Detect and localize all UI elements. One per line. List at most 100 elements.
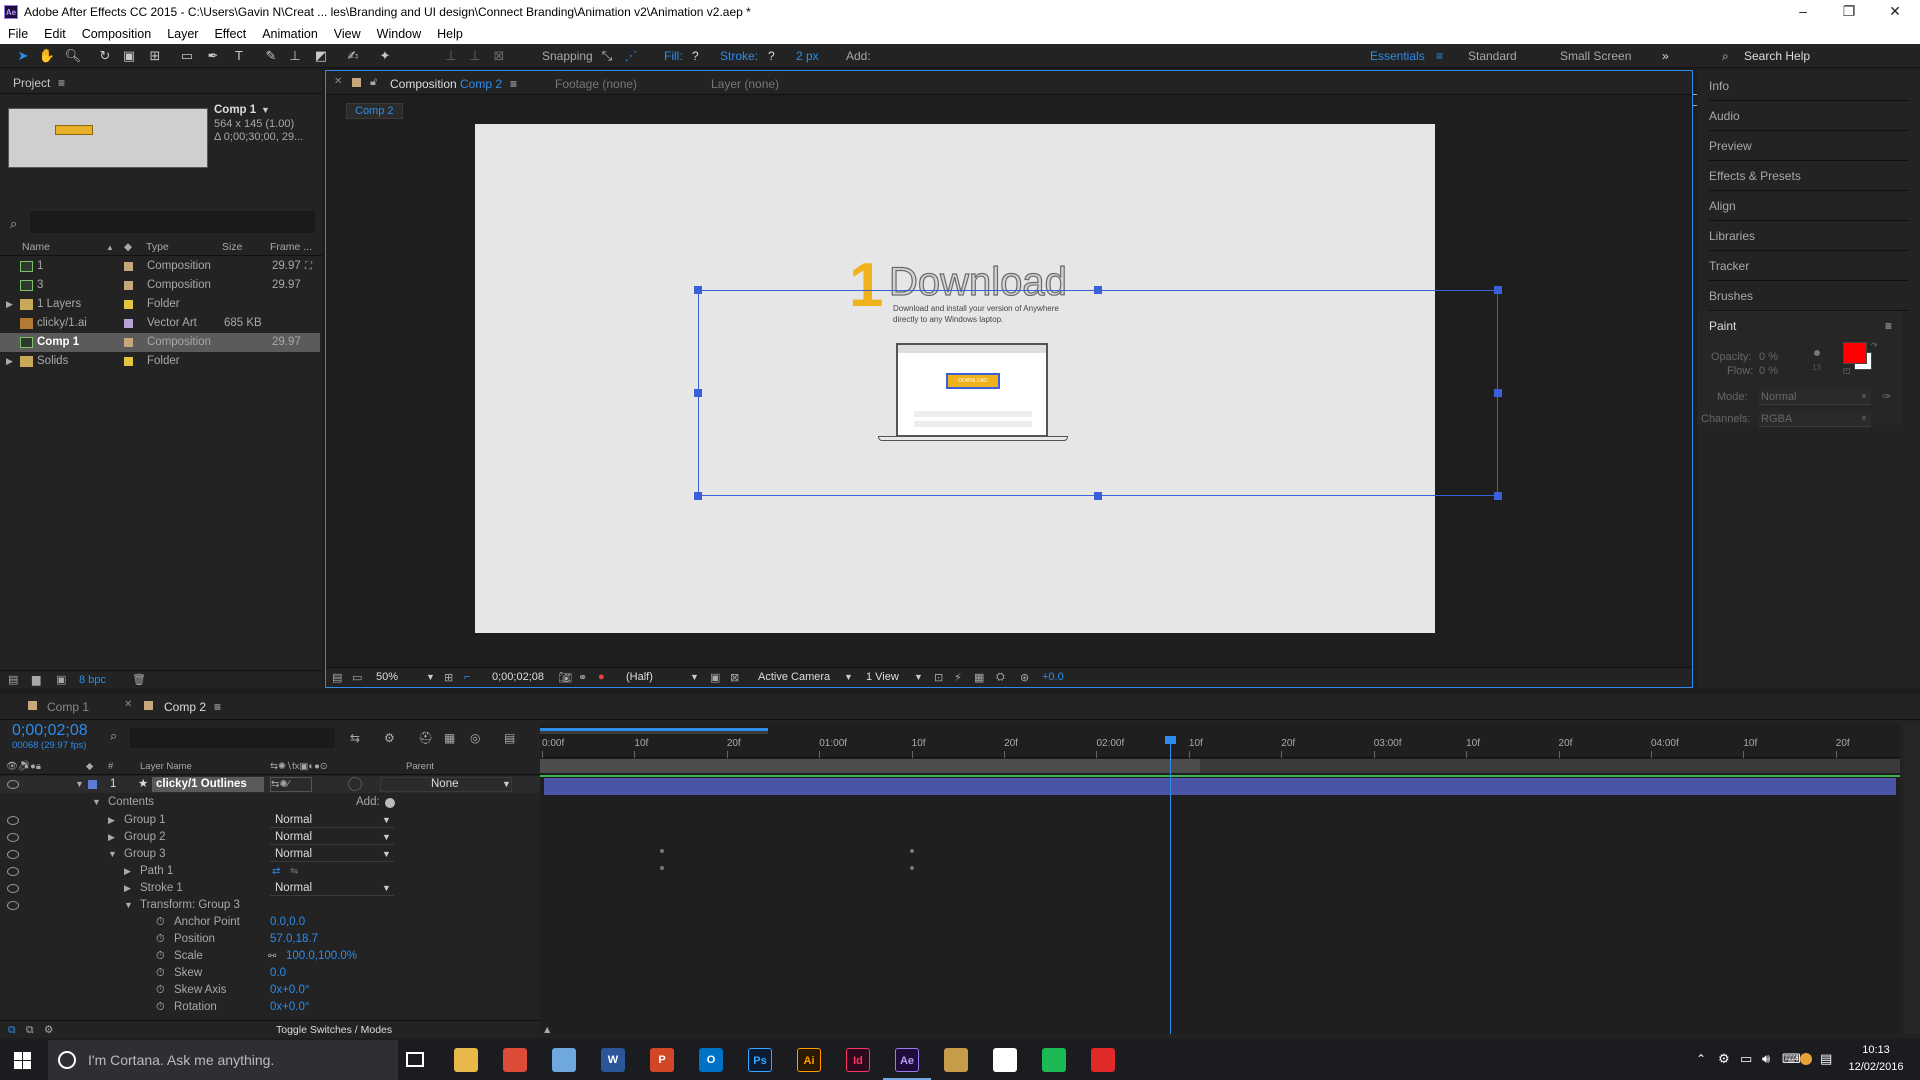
transform-handle-r[interactable] [1494, 389, 1502, 397]
volume-icon[interactable]: 🔊︎ [1762, 1051, 1770, 1067]
keyframe[interactable] [660, 849, 664, 853]
powerpoint-icon[interactable]: P [650, 1048, 674, 1072]
timeline-scrollbar[interactable] [1904, 724, 1920, 1034]
property-value[interactable]: 100.0,100.0% [286, 948, 357, 965]
selection-tool-icon[interactable]: ➤ [14, 48, 32, 64]
right-panel-align[interactable]: Align [1709, 191, 1909, 221]
label-color-swatch[interactable] [124, 281, 133, 290]
show-snapshot-icon[interactable]: ⚭ [578, 671, 587, 684]
work-area-bar[interactable] [540, 759, 1900, 773]
contents-expand-triangle-icon[interactable]: ▼ [92, 794, 101, 811]
stroke-label[interactable]: Stroke: [720, 49, 758, 63]
always-preview-icon[interactable]: ▤ [332, 671, 342, 684]
zoom-chevron-icon[interactable]: ▼ [426, 672, 435, 682]
property-value[interactable]: 0x+0.0° [270, 999, 309, 1016]
col-frame-rate[interactable]: Frame ... [270, 239, 312, 256]
parent-dropdown[interactable]: None [380, 777, 512, 792]
show-hidden-icons-icon[interactable]: ⌃ [1696, 1052, 1706, 1066]
label-tag-icon[interactable]: ◆ [124, 239, 132, 256]
fast-previews-icon[interactable]: ⚡ [954, 671, 962, 684]
layer-expand-triangle-icon[interactable]: ▼ [75, 776, 84, 793]
stopwatch-icon[interactable]: ⏱ [156, 982, 165, 999]
property-row[interactable]: ▶ Stroke 1 Normal ▼ [0, 880, 540, 897]
title-safe-icon[interactable]: ⊞ [444, 671, 453, 684]
local-axis-icon[interactable]: ⊥ [442, 48, 460, 64]
tab-composition-name[interactable]: Comp 2 [460, 77, 502, 91]
comp-breadcrumb[interactable]: Comp 2 [346, 103, 403, 119]
stroke-value[interactable]: ? [768, 49, 775, 63]
preview-dropdown-icon[interactable]: ▼ [261, 105, 270, 115]
search-help-input[interactable]: Search Help [1744, 49, 1810, 63]
region-of-interest-icon[interactable]: ▣ [710, 671, 720, 684]
mask-visibility-icon[interactable]: ⌐ [464, 671, 470, 683]
timeline-track-area[interactable]: 0:00f 10f 20f 01:00f 10f 20f 02:00f 10f 20f 03:00… [540, 724, 1900, 1034]
brush-tool-icon[interactable]: ✎ [262, 48, 280, 64]
keyframe[interactable] [660, 866, 664, 870]
close-button[interactable]: ✕ [1872, 0, 1918, 24]
transform-handle-t[interactable] [1094, 286, 1102, 294]
default-colors-icon[interactable]: ◰ [1843, 366, 1851, 375]
label-color-swatch[interactable] [124, 262, 133, 271]
rotation-tool-icon[interactable]: ↻ [96, 48, 114, 64]
keyframe[interactable] [910, 849, 914, 853]
opacity-value[interactable]: 0 % [1759, 351, 1778, 363]
transform-handle-b[interactable] [1094, 492, 1102, 500]
constrain-proportions-icon[interactable]: ⚯ [268, 948, 276, 965]
stopwatch-icon[interactable]: ⏱ [156, 931, 165, 948]
right-panel-libraries[interactable]: Libraries [1709, 221, 1909, 251]
interpret-footage-icon[interactable]: ▤ [8, 673, 18, 686]
outlook-icon[interactable]: O [699, 1048, 723, 1072]
right-panel-info[interactable]: Info [1709, 71, 1909, 101]
work-area-range[interactable] [540, 759, 1200, 773]
composition-tab-menu-icon[interactable]: ≡ [510, 77, 517, 91]
snapshot-icon[interactable]: 📷︎ [558, 671, 572, 684]
camera-tool-icon[interactable]: ▣ [120, 48, 138, 64]
task-view-icon[interactable] [406, 1052, 424, 1067]
flow-value[interactable]: 0 % [1759, 365, 1778, 377]
collapse-triangle-icon[interactable]: ▼ [124, 897, 133, 914]
contents-row[interactable]: ▼ Contents Add: [0, 794, 540, 811]
stopwatch-icon[interactable]: ⏱ [156, 999, 165, 1016]
clone-stamp-tool-icon[interactable]: ⊥ [286, 48, 304, 64]
property-row[interactable]: ▶ Path 1 ⇄ ⇋ [0, 863, 540, 880]
flowchart-node-icon[interactable]: ⛶ [305, 257, 312, 276]
property-row[interactable]: ⏱ Skew Axis 0x+0.0° [0, 982, 540, 999]
expand-triangle-icon[interactable]: ▶ [108, 829, 115, 846]
visibility-eye-icon[interactable] [7, 884, 19, 893]
property-row[interactable]: ⏱ Skew 0.0 [0, 965, 540, 982]
resolution-dropdown[interactable]: (Half) [626, 671, 653, 683]
new-composition-icon[interactable]: ▣ [56, 673, 66, 686]
layer-label-swatch[interactable] [88, 780, 97, 789]
puppet-tool-icon[interactable]: ✦ [376, 48, 394, 64]
project-search-input[interactable] [30, 211, 315, 233]
property-row[interactable]: ▶ Group 2 Normal ▼ [0, 829, 540, 846]
timeline-current-time[interactable]: 0;00;02;08 [12, 722, 88, 740]
timeline-tab-comp2[interactable]: Comp 2 [164, 700, 206, 714]
mode-dropdown[interactable]: Normal [1759, 389, 1871, 405]
minimize-button[interactable]: – [1780, 0, 1826, 24]
delete-icon[interactable]: 🗑︎ [132, 673, 146, 686]
expand-triangle-icon[interactable]: ▶ [124, 880, 131, 897]
graph-editor-icon[interactable]: ▤ [504, 731, 515, 745]
network-icon[interactable]: ▭ [1740, 1051, 1752, 1067]
workspace-menu-icon[interactable]: ≡ [1436, 49, 1443, 63]
blend-mode-chevron-icon[interactable]: ▼ [382, 812, 391, 829]
stopwatch-icon[interactable]: ⏱ [156, 948, 165, 965]
toggle-pixel-aspect-icon[interactable]: ⊡ [934, 671, 943, 684]
roto-brush-tool-icon[interactable]: ✍ [344, 48, 362, 64]
tray-app-icon[interactable]: ⚙ [1718, 1051, 1730, 1067]
transform-handle-tl[interactable] [694, 286, 702, 294]
cortana-search-box[interactable]: I'm Cortana. Ask me anything. [48, 1040, 398, 1080]
transfer-controls-icon[interactable]: ⧉ [26, 1021, 34, 1039]
layer-switches-toggle-icon[interactable]: ⧉ [8, 1021, 16, 1039]
word-icon[interactable]: W [601, 1048, 625, 1072]
chrome-icon[interactable] [503, 1048, 527, 1072]
hand-tool-icon[interactable]: ✋ [38, 48, 56, 64]
eyedropper-icon[interactable]: ✑ [1882, 390, 1891, 403]
pan-behind-tool-icon[interactable]: ⊞ [146, 48, 164, 64]
right-panel-audio[interactable]: Audio [1709, 101, 1909, 131]
col-type[interactable]: Type [146, 239, 169, 256]
zoom-tool-icon[interactable]: 🔍︎ [64, 48, 82, 64]
menu-help[interactable]: Help [429, 24, 471, 44]
project-menu-icon[interactable]: ≡ [58, 76, 65, 90]
